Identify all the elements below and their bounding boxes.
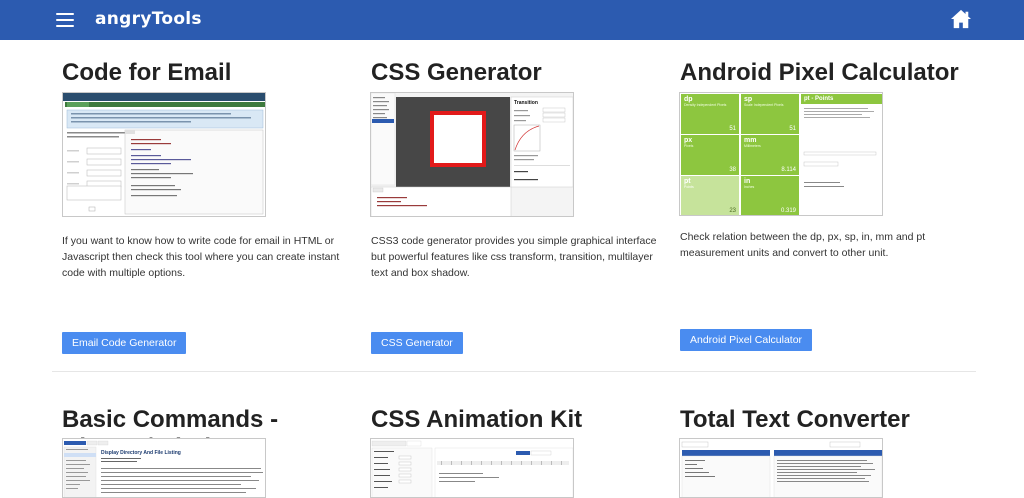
panel-title: pt - Points [801, 94, 882, 104]
email-code-preview-image [63, 93, 265, 215]
unit-label: pt [684, 178, 691, 185]
unit-value: 23 [729, 208, 736, 214]
unit-cell-in: in Inches 0.319 [741, 176, 799, 215]
android-pixel-calculator-button[interactable]: Android Pixel Calculator [680, 329, 813, 351]
card-title-css-generator: CSS Generator [371, 59, 542, 86]
total-text-converter-thumbnail[interactable] [679, 438, 883, 498]
unit-sublabel: Millimeters [744, 144, 761, 148]
unit-cell-pt: pt Points 23 [681, 176, 739, 215]
unit-label: px [684, 137, 693, 144]
card-title-android-pixel-calculator: Android Pixel Calculator [680, 59, 959, 86]
unit-value: 0.319 [780, 208, 796, 214]
panel-detail-lines [803, 108, 877, 187]
svg-text:Transition: Transition [514, 100, 538, 106]
unit-value: 8.114 [781, 167, 796, 173]
hamburger-menu-icon[interactable] [56, 13, 74, 27]
css-generator-thumbnail[interactable]: Transition [370, 92, 574, 217]
unit-sublabel: Inches [744, 185, 755, 189]
card-description-code-for-email: If you want to know how to write code fo… [62, 235, 340, 279]
total-text-converter-preview-image [681, 441, 882, 497]
card-description-css-generator: CSS3 code generator provides you simple … [371, 235, 657, 279]
unit-label: sp [744, 96, 753, 103]
unit-label: in [744, 178, 751, 185]
svg-text:Display Directory And File Lis: Display Directory And File Listing [101, 450, 181, 456]
android-info-panel: pt - Points [801, 94, 882, 215]
unit-sublabel: Pixels [684, 144, 694, 148]
home-icon[interactable] [950, 9, 972, 29]
basic-commands-preview-image: Display Directory And File Listing [63, 440, 263, 497]
card-description-android-pixel-calculator: Check relation between the dp, px, sp, i… [680, 231, 926, 259]
unit-cell-sp: sp Scale Independent Pixels 51 [741, 94, 799, 134]
unit-sublabel: Scale Independent Pixels [744, 103, 784, 107]
android-pixel-calculator-thumbnail[interactable]: dp Density Independent Pixels 51 sp Scal… [679, 92, 883, 216]
card-title-css-animation-kit: CSS Animation Kit [371, 406, 583, 433]
unit-value: 51 [729, 126, 736, 132]
css-generator-button[interactable]: CSS Generator [371, 332, 463, 354]
css-generator-preview-image: Transition [371, 93, 573, 216]
android-unit-grid: dp Density Independent Pixels 51 sp Scal… [680, 93, 800, 215]
unit-sublabel: Density Independent Pixels [684, 103, 727, 107]
unit-sublabel: Points [684, 185, 694, 189]
unit-label: dp [684, 96, 693, 103]
basic-commands-thumbnail[interactable]: Display Directory And File Listing [62, 438, 266, 498]
site-logo[interactable]: angryTools [95, 9, 202, 29]
email-code-thumbnail[interactable] [62, 92, 266, 217]
card-title-code-for-email: Code for Email [62, 59, 232, 86]
card-title-total-text-converter: Total Text Converter [680, 406, 910, 433]
email-code-generator-button[interactable]: Email Code Generator [62, 332, 187, 354]
unit-cell-px: px Pixels 38 [681, 135, 739, 175]
css-animation-kit-preview-image [371, 440, 573, 497]
unit-value: 38 [729, 167, 736, 173]
unit-cell-dp: dp Density Independent Pixels 51 [681, 94, 739, 134]
section-divider [52, 371, 976, 372]
unit-value: 51 [789, 126, 796, 132]
unit-label: mm [744, 137, 757, 144]
css-animation-kit-thumbnail[interactable] [370, 438, 574, 498]
unit-cell-mm: mm Millimeters 8.114 [741, 135, 799, 175]
top-navigation-bar: angryTools [0, 0, 1024, 40]
